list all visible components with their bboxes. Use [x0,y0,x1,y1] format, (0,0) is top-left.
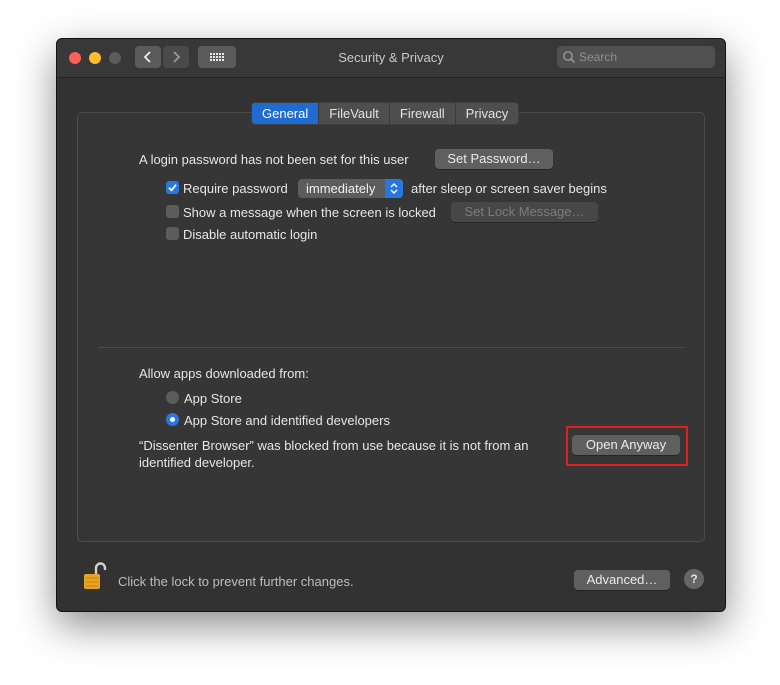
tab-filevault[interactable]: FileVault [319,103,390,124]
identified-developers-label: App Store and identified developers [184,413,390,428]
login-password-text: A login password has not been set for th… [139,152,409,167]
padlock-open-icon[interactable] [81,561,107,591]
security-privacy-window: Security & Privacy Search General FileVa… [56,38,726,612]
search-placeholder: Search [579,50,618,64]
lock-text: Click the lock to prevent further change… [118,574,354,589]
app-store-radio[interactable] [166,391,179,404]
checkmark-icon [168,184,177,192]
after-sleep-text: after sleep or screen saver begins [411,181,607,196]
open-anyway-button[interactable]: Open Anyway [572,435,680,455]
select-arrows [385,179,403,198]
identified-developers-radio[interactable] [166,413,179,426]
disable-login-label: Disable automatic login [183,227,318,242]
section-divider [99,347,683,348]
search-icon [563,51,576,64]
advanced-button[interactable]: Advanced… [574,570,670,590]
show-message-label: Show a message when the screen is locked [183,205,436,220]
tab-firewall[interactable]: Firewall [390,103,456,124]
title-bar: Security & Privacy Search [57,39,725,78]
set-password-button[interactable]: Set Password… [435,149,553,169]
allow-apps-heading: Allow apps downloaded from: [139,366,309,381]
show-message-checkbox[interactable] [166,205,179,218]
blocked-message-line1: “Dissenter Browser” was blocked from use… [139,438,529,453]
disable-login-checkbox[interactable] [166,227,179,240]
general-panel [77,112,705,542]
updown-chevron-icon [390,183,398,194]
tab-general[interactable]: General [252,103,320,124]
require-password-checkbox[interactable] [166,181,179,194]
tab-privacy[interactable]: Privacy [456,103,519,124]
require-password-label: Require password [183,181,288,196]
blocked-message-line2: identified developer. [139,455,255,470]
help-icon[interactable]: ? [684,569,704,589]
set-lock-message-button[interactable]: Set Lock Message… [451,202,598,222]
tab-bar: General FileVault Firewall Privacy [251,102,520,125]
app-store-label: App Store [184,391,242,406]
require-password-select[interactable]: immediately [298,179,403,198]
require-password-value: immediately [306,181,376,196]
search-field[interactable]: Search [557,46,715,68]
